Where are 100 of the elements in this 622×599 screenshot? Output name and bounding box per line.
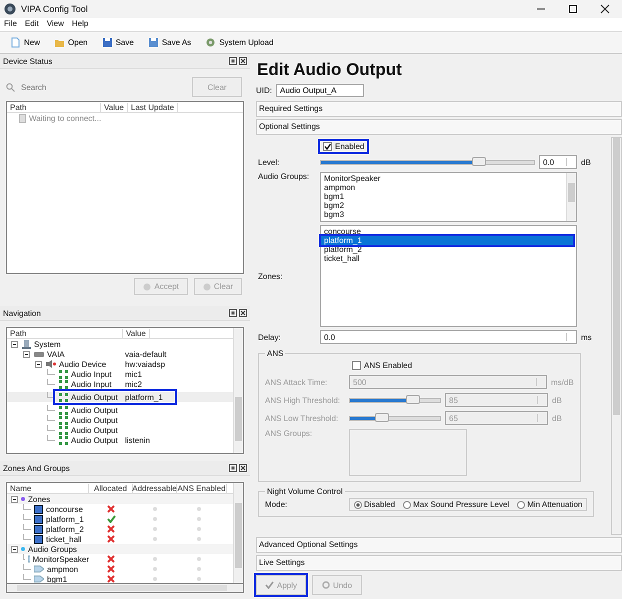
list-item[interactable]: bgm1 xyxy=(321,192,563,201)
column-header[interactable]: Value xyxy=(101,102,128,112)
toolbar-button[interactable]: New xyxy=(6,35,44,50)
tree-row[interactable]: Audio Output platform_1 xyxy=(7,392,233,402)
table-cell-text: mic1 xyxy=(124,370,142,378)
field-label: ANS Low Threshold: xyxy=(265,414,340,422)
field-label: ANS High Threshold: xyxy=(265,396,341,404)
field-label: Zones: xyxy=(258,272,284,280)
list-item[interactable]: bgm2 xyxy=(321,201,563,210)
port-icon xyxy=(59,426,68,434)
enabled-checkbox[interactable]: Enabled xyxy=(320,141,368,152)
dot-icon xyxy=(197,527,201,531)
list-item[interactable]: ticket_hall xyxy=(321,254,573,263)
column-header[interactable]: Allocated xyxy=(89,484,133,492)
port-icon xyxy=(59,406,68,414)
toolbar-button[interactable]: Save As xyxy=(144,35,196,50)
maximize-icon[interactable] xyxy=(568,4,578,14)
device-icon xyxy=(34,350,44,358)
toolbar-button[interactable]: Save xyxy=(98,35,138,50)
ans-enabled-checkbox[interactable]: ANS Enabled xyxy=(349,360,416,371)
column-header[interactable]: Name xyxy=(7,484,89,492)
tree-item-label: Audio Output xyxy=(71,416,118,424)
tree-row[interactable]: System xyxy=(7,339,233,349)
menu-item[interactable]: View xyxy=(46,19,64,28)
tree-row[interactable]: Audio Device hw:vaiadsp xyxy=(7,359,233,369)
field-label: ANS Attack Time: xyxy=(265,378,328,386)
delay-spinbox[interactable]: 0.0 xyxy=(320,330,577,344)
float-icon[interactable] xyxy=(229,309,237,317)
toolbar-button[interactable]: Open xyxy=(50,35,92,50)
tree-row[interactable]: Audio Output listenin xyxy=(7,435,233,445)
mode-radio[interactable]: Min Attenuation xyxy=(517,500,582,509)
table-cell-text: hw:vaiadsp xyxy=(124,360,166,368)
tree-row[interactable]: Audio Output xyxy=(7,425,233,435)
toolbar-button[interactable]: System Upload xyxy=(201,35,278,50)
dot-icon xyxy=(153,567,157,571)
search-icon xyxy=(6,82,15,92)
collapse-icon[interactable] xyxy=(11,546,18,552)
menu-item[interactable]: File xyxy=(4,19,17,28)
zones-list[interactable]: concourse platform_1 platform_2 ticket_hall xyxy=(320,225,577,327)
list-item[interactable]: MonitorSpeaker xyxy=(321,174,563,183)
tree-item-label: Audio Groups xyxy=(28,544,77,554)
collapse-icon[interactable] xyxy=(11,340,18,348)
tree-item-label: Audio Output xyxy=(71,392,118,402)
collapse-icon[interactable] xyxy=(11,496,18,502)
check-icon xyxy=(265,581,274,589)
column-header[interactable]: ANS Enabled xyxy=(177,484,227,492)
level-spinbox[interactable]: 0.0 xyxy=(539,155,577,169)
menu-item[interactable]: Edit xyxy=(24,19,39,28)
field-label: Delay: xyxy=(258,332,282,342)
uid-field[interactable]: Audio Output_A xyxy=(276,84,364,97)
tree-item-label: Audio Device xyxy=(59,360,106,368)
section-header[interactable]: Required Settings xyxy=(256,101,622,117)
list-item[interactable]: platform_2 xyxy=(321,245,573,254)
tree-row[interactable]: Audio Input mic1 xyxy=(7,369,233,379)
tree-row[interactable]: VAIA vaia-default xyxy=(7,349,233,359)
collapse-icon[interactable] xyxy=(23,350,30,358)
collapse-icon[interactable] xyxy=(35,360,42,368)
level-slider[interactable] xyxy=(320,160,535,164)
tree-row[interactable]: Audio Input mic2 xyxy=(7,379,233,389)
list-item[interactable]: concourse xyxy=(321,227,573,236)
dot-icon xyxy=(153,517,157,521)
mode-radio[interactable]: Disabled xyxy=(354,500,396,509)
close-icon[interactable] xyxy=(239,309,247,317)
mode-radio[interactable]: Max Sound Pressure Level xyxy=(403,500,510,509)
tree-item-label: Audio Output xyxy=(71,406,118,414)
close-icon[interactable] xyxy=(600,4,610,14)
float-icon[interactable] xyxy=(229,464,237,472)
tree-row[interactable]: Audio Output xyxy=(7,405,233,415)
undo-icon xyxy=(322,581,330,589)
search-field[interactable]: Search xyxy=(19,82,123,92)
section-header[interactable]: Live Settings xyxy=(256,555,622,571)
audio-groups-list[interactable]: MonitorSpeaker ampmon bgm1 bgm2 bgm3 xyxy=(320,172,577,222)
column-header[interactable]: Path xyxy=(7,102,101,112)
close-icon[interactable] xyxy=(239,464,247,472)
float-icon[interactable] xyxy=(229,57,237,65)
column-header[interactable]: Last Update xyxy=(128,102,178,112)
list-item[interactable]: bgm3 xyxy=(321,210,563,219)
column-header[interactable]: Addressable xyxy=(133,484,177,492)
menu-item[interactable]: Help xyxy=(72,19,88,28)
scrollbar[interactable] xyxy=(6,584,244,593)
close-icon[interactable] xyxy=(239,57,247,65)
table-cell-text: mic2 xyxy=(124,380,142,388)
speaker-icon xyxy=(46,360,56,368)
section-header[interactable]: Optional Settings xyxy=(256,119,622,135)
port-icon xyxy=(59,436,68,444)
dot-icon xyxy=(153,557,157,561)
tree-row[interactable]: Audio Output xyxy=(7,415,233,425)
section-header[interactable]: Advanced Optional Settings xyxy=(256,537,622,553)
dot-icon xyxy=(197,557,201,561)
list-item[interactable]: platform_1 xyxy=(321,236,573,245)
port-icon xyxy=(59,370,68,378)
tree-item-label: platform_2 xyxy=(46,524,84,534)
tree-item-label: MonitorSpeaker xyxy=(32,554,89,564)
scrollbar[interactable] xyxy=(611,137,622,535)
column-header[interactable]: Path xyxy=(7,328,123,338)
column-header[interactable]: Value xyxy=(123,328,150,338)
dot-icon xyxy=(153,507,157,511)
dot-icon xyxy=(197,537,201,541)
list-item[interactable]: ampmon xyxy=(321,183,563,192)
unit-label: dB xyxy=(581,158,592,166)
